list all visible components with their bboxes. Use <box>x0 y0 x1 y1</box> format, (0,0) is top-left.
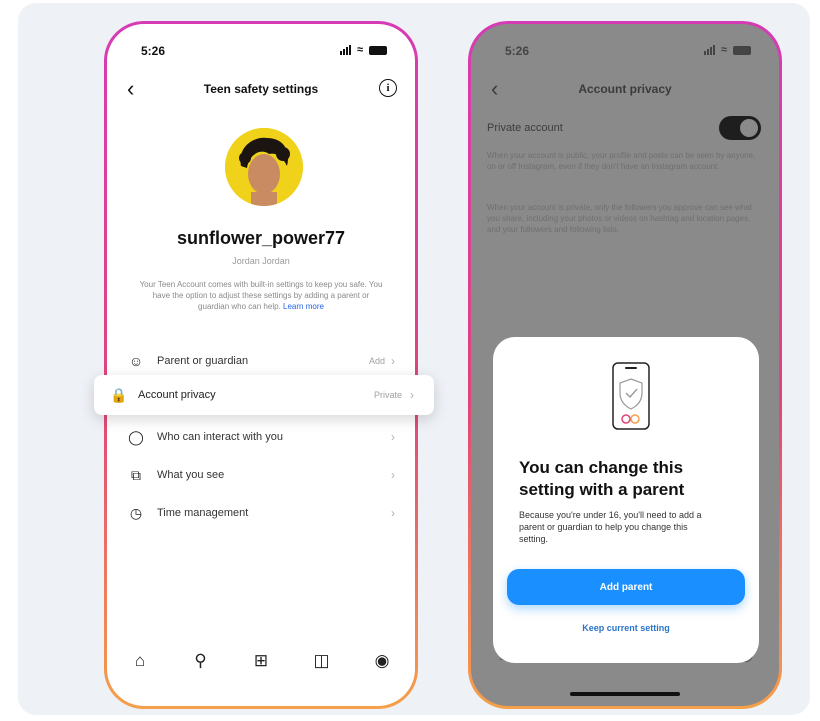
add-parent-button[interactable]: Add parent <box>507 569 745 605</box>
menu-item-label: What you see <box>157 469 225 481</box>
signal-icon <box>703 45 715 55</box>
status-bar: 5:26 ≈ <box>107 42 415 62</box>
chevron-right-icon: › <box>391 430 395 444</box>
menu-item-what-you-see[interactable]: ⧉ What you see › <box>107 456 415 494</box>
profile-icon[interactable]: ◉ <box>367 651 397 671</box>
description-text: Your Teen Account comes with built-in se… <box>137 279 385 312</box>
sheet-body: Because you're under 16, you'll need to … <box>519 510 702 544</box>
battery-icon <box>733 45 751 55</box>
battery-icon <box>369 45 387 55</box>
lock-icon: 🔒 <box>110 386 128 403</box>
people-icon: ☺ <box>128 353 144 369</box>
search-icon[interactable]: ⚲ <box>186 651 216 671</box>
phone-shield-illustration-icon <box>612 362 650 430</box>
header: ‹ Teen safety settings i <box>107 76 415 102</box>
chat-icon: ◯ <box>128 428 144 445</box>
private-account-explainer: When your account is private, only the f… <box>487 203 753 234</box>
chevron-left-icon[interactable]: ‹ <box>127 76 134 102</box>
settings-menu: ☺ Parent or guardian Add › ◯ Who can int… <box>107 342 415 532</box>
menu-item-label: Who can interact with you <box>157 431 283 443</box>
chevron-right-icon: › <box>391 506 395 520</box>
signal-icon <box>339 45 351 55</box>
status-bar: 5:26 ≈ <box>471 42 779 62</box>
menu-item-who-can-interact[interactable]: ◯ Who can interact with you › <box>107 418 415 456</box>
menu-item-time-management[interactable]: ◷ Time management › <box>107 494 415 532</box>
chevron-right-icon: › <box>410 388 414 402</box>
toggle-label: Private account <box>487 122 563 134</box>
eye-icon: ⧉ <box>131 466 141 483</box>
parent-required-sheet: You can change this setting with a paren… <box>493 337 759 663</box>
home-icon[interactable]: ⌂ <box>125 651 155 671</box>
chevron-left-icon[interactable]: ‹ <box>491 76 498 102</box>
avatar <box>225 128 303 206</box>
username: sunflower_power77 <box>176 228 346 248</box>
home-indicator <box>570 692 680 696</box>
status-time: 5:26 <box>141 44 166 58</box>
account-privacy-screen: 5:26 ≈ ‹ Account privacy Private account… <box>471 24 779 706</box>
wifi-icon: ≈ <box>356 44 363 56</box>
phone-frame-left: 5:26 ≈ ‹ Teen safety settings i sunflowe… <box>104 21 418 709</box>
info-icon[interactable]: i <box>379 79 397 97</box>
system-icons: ≈ <box>703 44 751 56</box>
reels-icon[interactable]: ◫ <box>307 651 337 671</box>
menu-item-label: Parent or guardian <box>157 355 249 367</box>
description-body: Your Teen Account comes with built-in se… <box>139 280 383 311</box>
status-time: 5:26 <box>505 44 530 58</box>
chevron-right-icon: › <box>391 354 395 368</box>
system-icons: ≈ <box>339 44 387 56</box>
phone-frame-right: 5:26 ≈ ‹ Account privacy Private account… <box>468 21 782 709</box>
private-account-toggle[interactable] <box>719 116 761 140</box>
header: ‹ Account privacy <box>471 76 779 102</box>
clock-icon: ◷ <box>129 504 143 521</box>
learn-more-link[interactable]: Learn more <box>283 302 324 311</box>
menu-item-label: Time management <box>157 507 249 519</box>
wifi-icon: ≈ <box>720 44 727 56</box>
page-title: Account privacy <box>578 82 672 96</box>
private-account-row: Private account <box>487 116 761 140</box>
menu-item-account-privacy[interactable]: 🔒 Account privacy Private › <box>94 375 434 415</box>
display-name: Jordan Jordan <box>232 256 290 266</box>
menu-item-value: Add <box>368 356 385 366</box>
background-panel: 5:26 ≈ ‹ Teen safety settings i sunflowe… <box>18 3 810 715</box>
menu-item-value: Private <box>373 390 402 400</box>
public-account-explainer: When your account is public, your profil… <box>487 151 756 171</box>
page-title: Teen safety settings <box>203 82 319 96</box>
bottom-tab-bar: ⌂ ⚲ ⊞ ◫ ◉ <box>125 646 397 676</box>
sheet-title: You can change this setting with a paren… <box>519 458 685 499</box>
teen-safety-screen: 5:26 ≈ ‹ Teen safety settings i sunflowe… <box>107 24 415 706</box>
chevron-right-icon: › <box>391 468 395 482</box>
add-icon[interactable]: ⊞ <box>246 651 276 671</box>
menu-item-label: Account privacy <box>138 389 216 401</box>
keep-current-setting-link[interactable]: Keep current setting <box>493 623 759 633</box>
